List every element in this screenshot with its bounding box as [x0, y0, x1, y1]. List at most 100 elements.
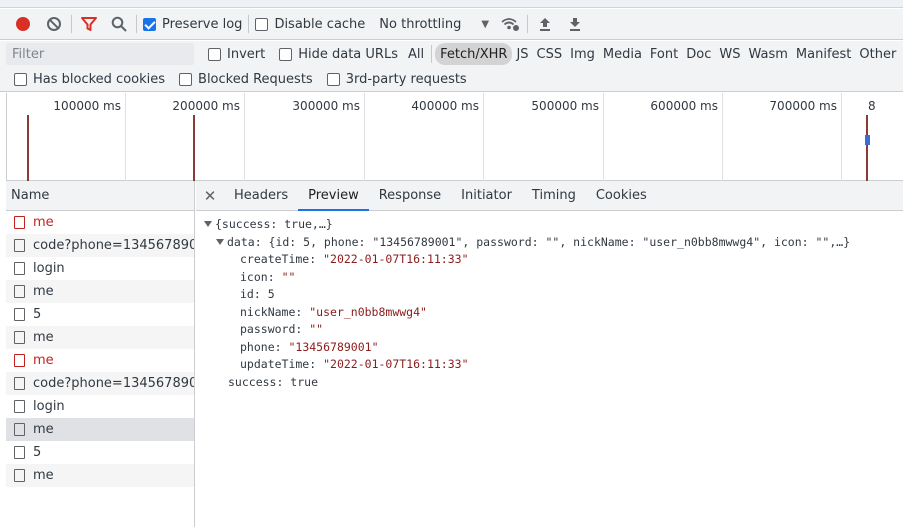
hide-data-urls-checkbox[interactable]	[279, 47, 293, 61]
request-name: login	[33, 399, 65, 414]
json-data-fields: createTime: "2022-01-07T16:11:33" icon: "…	[196, 251, 903, 374]
toolbar-divider	[248, 15, 250, 33]
network-toolbar: Preserve log Disable cache No throttling…	[0, 9, 903, 40]
request-row[interactable]: me	[6, 464, 194, 487]
file-icon	[14, 469, 25, 482]
preserve-log-toggle[interactable]: Preserve log	[143, 9, 242, 40]
json-colon: :	[295, 322, 310, 336]
type-filter-doc[interactable]: Doc	[682, 43, 715, 65]
request-list: me code?phone=134567890... login me 5 me me cod…	[6, 211, 194, 487]
preserve-log-checkbox[interactable]	[143, 17, 156, 31]
tab-preview[interactable]: Preview	[298, 181, 369, 211]
tab-initiator[interactable]: Initiator	[451, 181, 522, 210]
json-key: password	[240, 322, 296, 336]
tab-timing[interactable]: Timing	[522, 181, 586, 210]
blocked-cookies-checkbox[interactable]	[14, 72, 27, 86]
json-value: "2022-01-07T16:11:33"	[323, 252, 469, 266]
timeline-request-bar	[865, 135, 870, 145]
name-column-header[interactable]: Name	[6, 181, 194, 211]
filter-placeholder: Filter	[12, 46, 45, 62]
request-name: me	[33, 422, 54, 437]
export-har-button[interactable]	[564, 13, 586, 35]
type-filter-other[interactable]: Other	[855, 43, 900, 65]
disable-cache-toggle[interactable]: Disable cache	[255, 9, 365, 40]
throttling-select[interactable]: No throttling ▼	[379, 9, 489, 40]
request-name: me	[33, 330, 54, 345]
blocked-requests-checkbox[interactable]	[179, 72, 193, 86]
clear-icon	[47, 17, 61, 31]
record-icon	[16, 17, 30, 31]
type-filter-css[interactable]: CSS	[533, 43, 567, 65]
expand-triangle-icon	[216, 238, 224, 245]
blocked-requests-toggle[interactable]: Blocked Requests	[179, 72, 313, 87]
timeline-tick-label: 500000 ms	[531, 99, 599, 113]
invert-toggle[interactable]: Invert	[208, 47, 265, 62]
tab-cookies[interactable]: Cookies	[586, 181, 657, 210]
hide-data-urls-label: Hide data URLs	[298, 46, 398, 62]
upload-icon	[540, 18, 551, 31]
clear-button[interactable]	[43, 13, 65, 35]
json-value: 5	[267, 287, 275, 301]
resource-type-filters: All Fetch/XHR JS CSS Img Media Font Doc …	[404, 43, 900, 65]
hide-data-urls-toggle[interactable]: Hide data URLs	[279, 47, 398, 62]
json-value: "2022-01-07T16:11:33"	[323, 357, 469, 371]
network-conditions-button[interactable]	[499, 13, 521, 35]
file-icon	[14, 331, 25, 344]
chevron-down-icon: ▼	[481, 18, 490, 30]
json-field: createTime: "2022-01-07T16:11:33"	[196, 251, 903, 269]
request-details-panel: ✕ Headers Preview Response Initiator Tim…	[196, 181, 903, 527]
type-filter-ws[interactable]: WS	[715, 43, 744, 65]
disable-cache-label: Disable cache	[274, 16, 366, 32]
type-filter-wasm[interactable]: Wasm	[744, 43, 791, 65]
request-name: 5	[33, 307, 42, 322]
blocked-cookies-toggle[interactable]: Has blocked cookies	[14, 72, 165, 87]
timeline-tick-label: 8	[868, 99, 876, 113]
request-row[interactable]: code?phone=134567890...	[6, 234, 194, 257]
json-colon: :	[267, 269, 282, 284]
json-data-node[interactable]: data: {id: 5, phone: "13456789001", pass…	[196, 234, 903, 252]
import-har-button[interactable]	[534, 13, 556, 35]
type-filter-js[interactable]: JS	[512, 43, 532, 65]
request-row[interactable]: code?phone=134567890...	[6, 372, 194, 395]
file-icon	[14, 262, 25, 275]
type-filter-manifest[interactable]: Manifest	[792, 43, 855, 65]
json-key: phone	[240, 339, 275, 354]
timeline-event-marker	[27, 115, 29, 181]
tab-headers[interactable]: Headers	[224, 181, 298, 210]
invert-checkbox[interactable]	[208, 47, 221, 61]
request-row[interactable]: me	[6, 418, 194, 441]
timeline-tick-label: 600000 ms	[650, 99, 718, 113]
third-party-toggle[interactable]: 3rd-party requests	[326, 72, 467, 87]
filter-bar-secondary: Has blocked cookies Blocked Requests 3rd…	[0, 67, 903, 92]
timeline-tick-label: 400000 ms	[411, 99, 479, 113]
request-row[interactable]: me	[6, 326, 194, 349]
filter-toggle-button[interactable]	[78, 13, 100, 35]
type-filter-fetch-xhr[interactable]: Fetch/XHR	[435, 43, 513, 65]
request-row[interactable]: me	[6, 211, 194, 234]
close-details-button[interactable]: ✕	[196, 181, 224, 210]
file-icon	[14, 377, 25, 390]
json-key: updateTime	[240, 357, 310, 371]
type-filter-img[interactable]: Img	[566, 43, 599, 65]
request-row[interactable]: login	[6, 395, 194, 418]
request-row[interactable]: 5	[6, 303, 194, 326]
request-row[interactable]: me	[6, 349, 194, 372]
request-row[interactable]: me	[6, 280, 194, 303]
request-row[interactable]: login	[6, 257, 194, 280]
disable-cache-checkbox[interactable]	[255, 17, 269, 31]
tab-response[interactable]: Response	[369, 181, 451, 210]
timeline-overview[interactable]: 100000 ms 200000 ms 300000 ms 400000 ms …	[6, 93, 903, 181]
third-party-checkbox[interactable]	[326, 72, 340, 86]
timeline-event-marker	[866, 115, 868, 181]
record-button[interactable]	[12, 13, 34, 35]
json-field: nickName: "user_n0bb8mwwg4"	[196, 304, 903, 322]
type-filter-font[interactable]: Font	[646, 43, 682, 65]
json-colon: :	[295, 304, 310, 319]
type-filter-media[interactable]: Media	[599, 43, 646, 65]
search-button[interactable]	[108, 13, 130, 35]
filter-input[interactable]: Filter	[6, 43, 194, 65]
request-row[interactable]: 5	[6, 441, 194, 464]
type-filter-all[interactable]: All	[404, 43, 428, 65]
search-icon	[111, 16, 127, 32]
json-root-node[interactable]: {success: true,…}	[196, 216, 903, 234]
